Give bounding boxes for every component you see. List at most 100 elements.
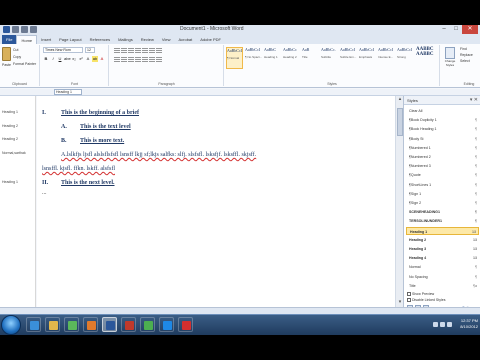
font-size-box[interactable]: 12	[85, 47, 95, 53]
taskbar-word-button[interactable]	[102, 317, 117, 332]
style-list-item[interactable]: ¶Sign 1 ¶	[406, 190, 479, 198]
tab-file[interactable]: File	[2, 35, 17, 44]
volume-icon[interactable]	[440, 322, 445, 327]
increase-indent-icon[interactable]	[142, 48, 148, 54]
tab-page-layout[interactable]: Page Layout	[55, 35, 85, 44]
vertical-scrollbar[interactable]: ▴ ▾	[395, 96, 403, 315]
style-list-item[interactable]: TERSOLINUNDER1 ¶	[406, 217, 479, 225]
style-list-item[interactable]: Heading 2 13	[406, 236, 479, 244]
style-list-item[interactable]: Normal ¶	[406, 263, 479, 271]
style-list-item[interactable]: ¶ShortLines 1 ¶	[406, 181, 479, 189]
font-color-button[interactable]: A	[99, 56, 105, 62]
style-tile-subtle-emphasis[interactable]: AaBbCcI Subtle Em...	[340, 47, 357, 69]
style-list-item[interactable]: Heading 3 13	[406, 245, 479, 253]
undo-icon[interactable]	[21, 26, 28, 33]
tab-mailings[interactable]: Mailings	[114, 35, 137, 44]
taskbar-chrome-button[interactable]	[140, 317, 155, 332]
taskbar-acrobat-button[interactable]	[178, 317, 193, 332]
line-spacing-icon[interactable]	[142, 57, 148, 63]
align-right-icon[interactable]	[128, 57, 134, 63]
numbering-icon[interactable]	[121, 48, 127, 54]
style-tile-heading-1[interactable]: AaBbC Heading 1	[264, 47, 281, 69]
style-list-item[interactable]: ¶Body St ¶	[406, 135, 479, 143]
tab-review[interactable]: Review	[137, 35, 158, 44]
style-list-item[interactable]: ¶Book Duplicity 1 ¶	[406, 116, 479, 124]
disable-linked-styles-checkbox[interactable]: Disable Linked Styles	[407, 298, 445, 303]
styles-pane-close-icon[interactable]: ▾ ✕	[470, 97, 478, 103]
tab-acrobat[interactable]: Acrobat	[174, 35, 196, 44]
justify-icon[interactable]	[135, 57, 141, 63]
bold-button[interactable]: B	[43, 56, 49, 62]
borders-icon[interactable]	[156, 57, 162, 63]
style-list-item[interactable]: ¶Numbered 2 ¶	[406, 153, 479, 161]
cut-button[interactable]: Cut	[13, 48, 18, 52]
tab-adobe-pdf[interactable]: Adobe PDF	[196, 35, 225, 44]
style-list-item[interactable]: Heading 4 13	[406, 254, 479, 262]
style-list-item[interactable]: ¶Quote ¶	[406, 171, 479, 179]
save-icon[interactable]	[12, 26, 19, 33]
select-button[interactable]: Select	[460, 59, 480, 63]
replace-button[interactable]: Replace	[460, 53, 480, 57]
format-painter-button[interactable]: Format Painter	[13, 62, 36, 66]
start-button[interactable]	[1, 315, 21, 335]
style-tile-intense-emphasis[interactable]: AaBbCcI Intense E...	[378, 47, 395, 69]
minimize-button[interactable]: –	[438, 25, 450, 34]
style-list-item[interactable]: No Spacing ¶	[406, 273, 479, 281]
style-tile-no-spacing[interactable]: AaBbCcI ¶ No Spaci...	[245, 47, 262, 69]
redo-icon[interactable]	[30, 26, 37, 33]
subscript-button[interactable]: x₂	[71, 56, 77, 62]
bullets-icon[interactable]	[114, 48, 120, 54]
document-page[interactable]: I. This is the beginning of a brief A. T…	[37, 96, 395, 315]
sort-icon[interactable]	[149, 48, 155, 54]
strikethrough-button[interactable]: abe	[64, 56, 71, 62]
style-tile-strong[interactable]: AaBbCcI Strong	[397, 47, 414, 69]
style-list-item[interactable]: ¶Numbered 1 ¶	[406, 144, 479, 152]
taskbar-calendar-button[interactable]	[121, 317, 136, 332]
style-list-item[interactable]: ¶Book Heading 1 ¶	[406, 125, 479, 133]
shading-icon[interactable]	[149, 57, 155, 63]
style-list-item[interactable]: Heading 1 13	[406, 226, 479, 235]
show-marks-icon[interactable]	[156, 48, 162, 54]
network-icon[interactable]	[433, 322, 438, 327]
tab-insert[interactable]: Insert	[37, 35, 55, 44]
text-effects-button[interactable]: A	[85, 56, 91, 62]
style-list-item[interactable]: Title ¶a	[406, 282, 479, 290]
align-left-icon[interactable]	[114, 57, 120, 63]
flag-icon[interactable]	[447, 322, 452, 327]
maximize-button[interactable]: □	[450, 25, 462, 34]
italic-button[interactable]: I	[50, 56, 56, 62]
style-list-item[interactable]: SCENEHEADING1 ¶	[406, 208, 479, 216]
align-center-icon[interactable]	[121, 57, 127, 63]
style-tile-heading-2[interactable]: AaBbCc Heading 2	[283, 47, 300, 69]
decrease-indent-icon[interactable]	[135, 48, 141, 54]
paste-button[interactable]	[2, 47, 11, 61]
multilevel-list-icon[interactable]	[128, 48, 134, 54]
taskbar-ie-button[interactable]	[26, 317, 41, 332]
style-tile-emphasis[interactable]: AaBbCcI Emphasis	[359, 47, 376, 69]
superscript-button[interactable]: x²	[78, 56, 84, 62]
close-button[interactable]: ✕	[462, 25, 478, 34]
clock[interactable]: 12:37 PM 8/10/2012	[460, 318, 478, 330]
style-list-item[interactable]: ¶Numbered 3 ¶	[406, 162, 479, 170]
taskbar-media-button[interactable]	[64, 317, 79, 332]
copy-button[interactable]: Copy	[13, 55, 21, 59]
highlight-button[interactable]: ab	[92, 56, 98, 62]
style-search-input[interactable]: Heading 1	[54, 89, 82, 95]
taskbar-lync-button[interactable]	[159, 317, 174, 332]
find-button[interactable]: Find	[460, 47, 480, 51]
style-tile-normal[interactable]: AaBbCcI ¶ Normal	[226, 47, 243, 69]
style-tile-custom[interactable]: AABBC AABBC	[416, 47, 438, 69]
tab-home[interactable]: Home	[16, 35, 38, 44]
underline-button[interactable]: U	[57, 56, 63, 62]
style-list-item[interactable]: Clear All	[406, 107, 479, 115]
taskbar-firefox-button[interactable]	[83, 317, 98, 332]
change-styles-button[interactable]: Change Styles	[443, 45, 457, 77]
font-name-box[interactable]: Times New Rom	[43, 47, 83, 53]
style-list-item[interactable]: ¶Sign 2 ¶	[406, 199, 479, 207]
show-preview-checkbox[interactable]: Show Preview	[407, 292, 434, 297]
style-tile-title[interactable]: AaB Title	[302, 47, 319, 69]
tab-view[interactable]: View	[158, 35, 175, 44]
tab-references[interactable]: References	[86, 35, 114, 44]
style-tile-subtitle[interactable]: AaBbCc. Subtitle	[321, 47, 338, 69]
taskbar-explorer-button[interactable]	[45, 317, 60, 332]
